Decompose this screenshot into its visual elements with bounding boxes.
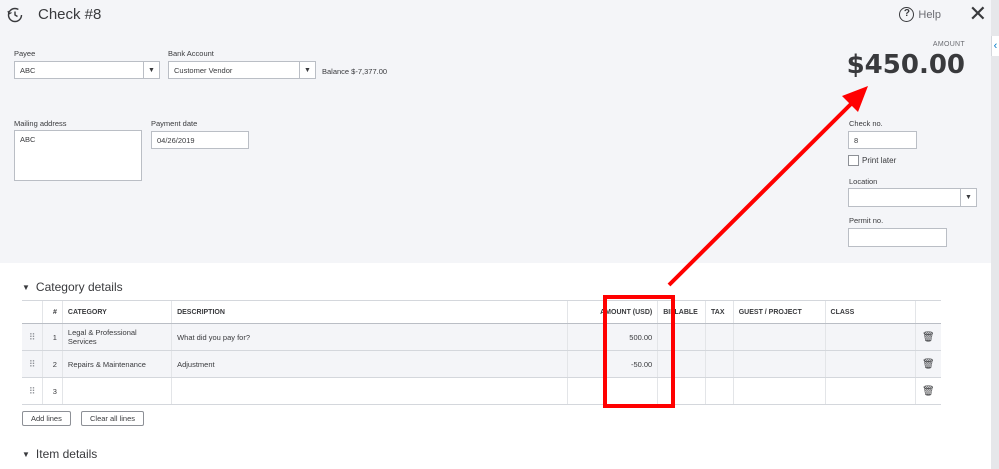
arrow-shaft (667, 98, 857, 287)
annotation-arrow (667, 86, 868, 287)
